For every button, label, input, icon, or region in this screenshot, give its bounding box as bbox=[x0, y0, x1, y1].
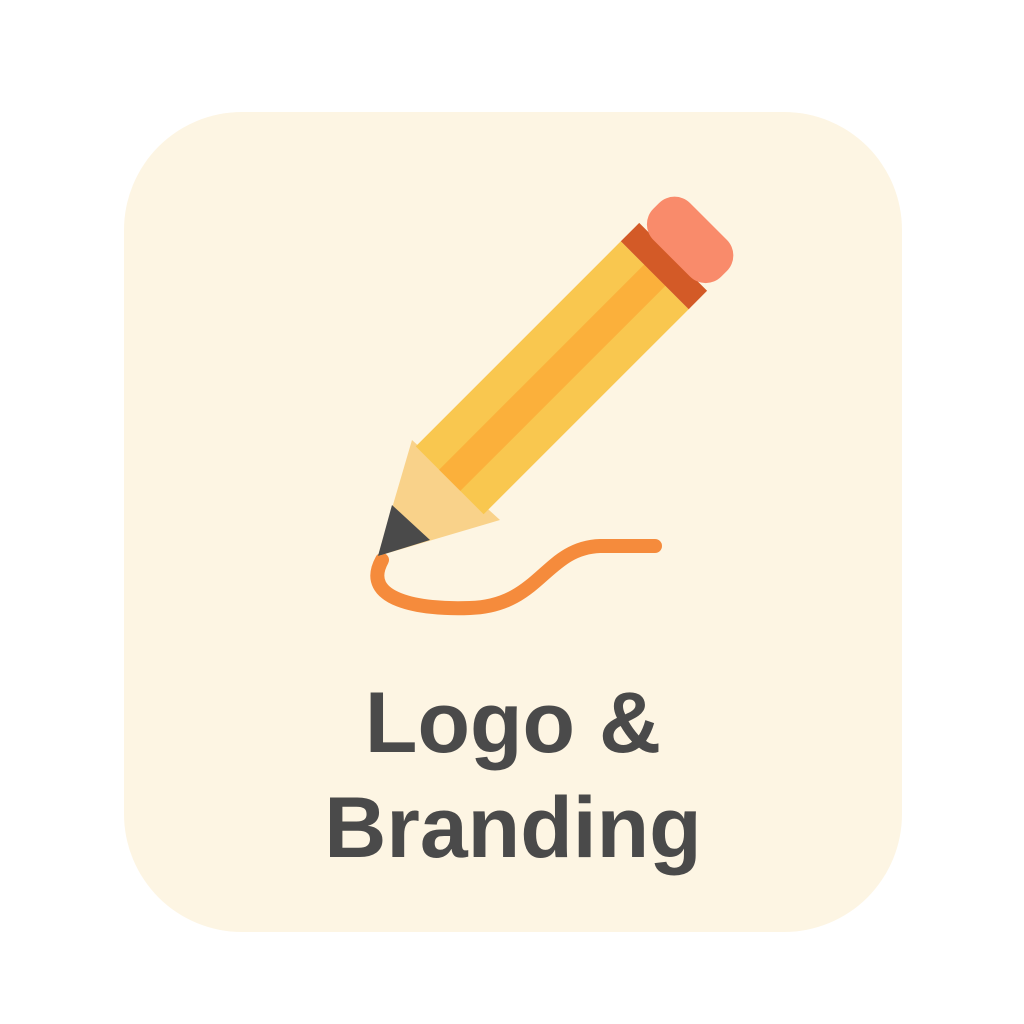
squiggle-line bbox=[370, 539, 662, 616]
card-title-line1: Logo & bbox=[364, 675, 662, 771]
pencil-stripe bbox=[439, 264, 666, 491]
card-title-line2: Branding bbox=[324, 780, 702, 876]
